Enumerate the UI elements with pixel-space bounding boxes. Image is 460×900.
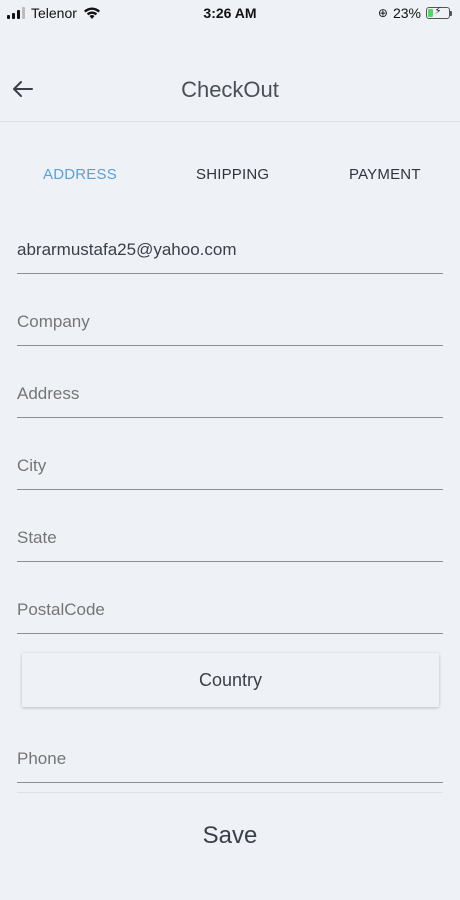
state-field-container <box>17 516 443 562</box>
city-field[interactable] <box>17 456 443 476</box>
company-field-container <box>17 300 443 346</box>
tab-payment[interactable]: PAYMENT <box>349 166 421 183</box>
address-field[interactable] <box>17 384 443 404</box>
country-button[interactable]: Country <box>22 653 439 707</box>
postal-code-field-container <box>17 588 443 634</box>
postal-code-field[interactable] <box>17 600 443 620</box>
save-button[interactable]: Save <box>0 822 460 862</box>
battery-percent: 23% <box>392 5 421 21</box>
company-field[interactable] <box>17 312 443 332</box>
email-field[interactable] <box>17 240 443 260</box>
divider <box>17 792 443 793</box>
city-field-container <box>17 444 443 490</box>
phone-field-container <box>17 737 443 783</box>
battery-charging-icon: ⚡ <box>426 6 452 19</box>
address-field-container <box>17 372 443 418</box>
status-right: ⊕ 23% ⚡ <box>377 5 452 21</box>
email-field-container <box>17 228 443 274</box>
tab-shipping[interactable]: SHIPPING <box>196 166 269 183</box>
rotation-lock-icon: ⊕ <box>377 6 388 20</box>
bolt-icon: ⚡ <box>434 6 442 17</box>
page-title: CheckOut <box>181 77 279 102</box>
checkout-tabs: ADDRESS SHIPPING PAYMENT <box>0 166 460 190</box>
tab-address[interactable]: ADDRESS <box>43 166 117 183</box>
header: CheckOut <box>0 60 460 122</box>
phone-field[interactable] <box>17 749 443 769</box>
status-bar: Telenor 3:26 AM ⊕ 23% ⚡ <box>0 0 460 28</box>
state-field[interactable] <box>17 528 443 548</box>
